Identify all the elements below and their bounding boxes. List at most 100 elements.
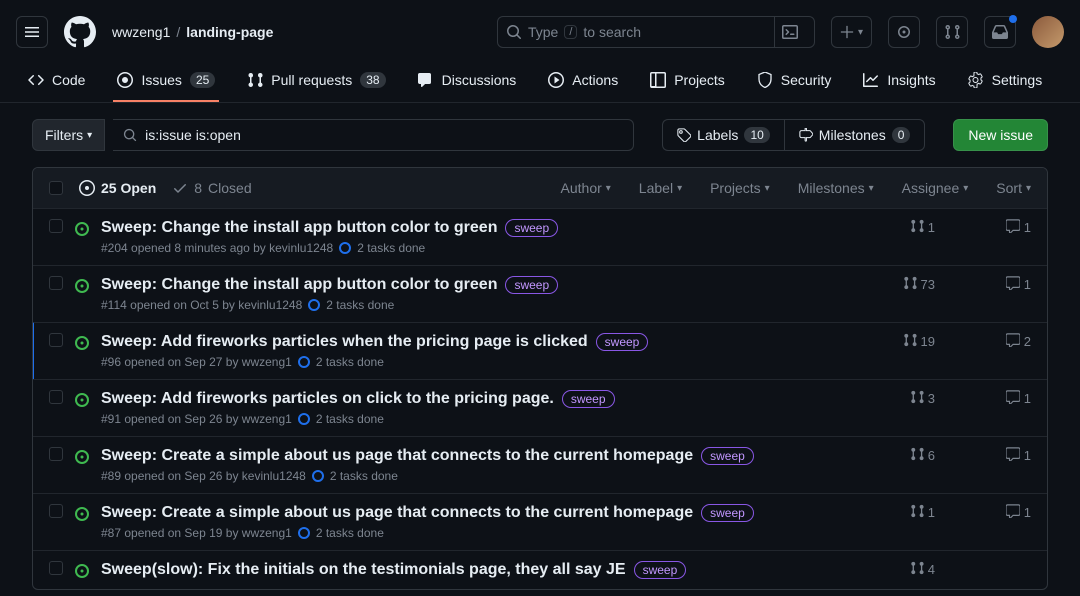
tab-security[interactable]: Security — [745, 64, 844, 102]
issue-row[interactable]: Sweep: Add fireworks particles on click … — [33, 379, 1047, 436]
search-input[interactable]: Type / to search — [497, 16, 815, 48]
github-logo[interactable] — [64, 16, 96, 48]
linked-pr-count[interactable]: 4 — [899, 561, 935, 578]
filter-sort[interactable]: Sort▾ — [996, 180, 1031, 196]
tab-security-label: Security — [781, 72, 832, 88]
issue-title[interactable]: Sweep: Add fireworks particles on click … — [101, 390, 554, 408]
filter-assignee-label: Assignee — [902, 180, 960, 196]
dot-circle-icon — [896, 24, 912, 40]
filter-projects-label: Projects — [710, 180, 761, 196]
milestone-icon — [799, 128, 813, 142]
filter-label[interactable]: Label▾ — [639, 180, 682, 196]
linked-pr-count[interactable]: 6 — [899, 447, 935, 464]
comments-count[interactable]: 2 — [995, 333, 1031, 350]
filter-author[interactable]: Author▾ — [561, 180, 611, 196]
tab-projects[interactable]: Projects — [638, 64, 737, 102]
issue-label[interactable]: sweep — [505, 276, 558, 294]
tab-actions[interactable]: Actions — [536, 64, 630, 102]
issue-label[interactable]: sweep — [505, 219, 558, 237]
row-checkbox[interactable] — [49, 276, 63, 290]
repo-tabs: Code Issues25 Pull requests38 Discussion… — [0, 64, 1080, 103]
filters-button[interactable]: Filters▾ — [32, 119, 105, 151]
issue-title[interactable]: Sweep: Change the install app button col… — [101, 219, 497, 237]
issue-open-icon — [75, 222, 89, 236]
tasks-text: 2 tasks done — [357, 241, 425, 255]
filter-input[interactable] — [145, 127, 623, 143]
issue-row[interactable]: Sweep(slow): Fix the initials on the tes… — [33, 550, 1047, 589]
linked-pr-count[interactable]: 1 — [899, 219, 935, 236]
issue-row[interactable]: Sweep: Create a simple about us page tha… — [33, 493, 1047, 550]
issue-label[interactable]: sweep — [701, 504, 754, 522]
filter-sort-label: Sort — [996, 180, 1022, 196]
row-checkbox[interactable] — [49, 561, 63, 575]
issue-row[interactable]: Sweep: Change the install app button col… — [33, 209, 1047, 265]
breadcrumb-owner[interactable]: wwzeng1 — [112, 24, 170, 40]
tab-insights[interactable]: Insights — [851, 64, 947, 102]
issue-row[interactable]: Sweep: Change the install app button col… — [33, 265, 1047, 322]
linked-pr-count[interactable]: 73 — [899, 276, 935, 293]
comments-count[interactable]: 1 — [995, 447, 1031, 464]
issue-label[interactable]: sweep — [596, 333, 649, 351]
tab-discussions[interactable]: Discussions — [406, 64, 529, 102]
open-label: Open — [120, 180, 156, 196]
issue-label[interactable]: sweep — [701, 447, 754, 465]
row-checkbox[interactable] — [49, 447, 63, 461]
filter-projects[interactable]: Projects▾ — [710, 180, 770, 196]
tasks-progress-icon — [298, 527, 310, 539]
pull-requests-button[interactable] — [936, 16, 968, 48]
select-all-checkbox[interactable] — [49, 181, 63, 195]
add-menu[interactable]: ▾ — [831, 16, 872, 48]
issue-title[interactable]: Sweep: Create a simple about us page tha… — [101, 504, 693, 522]
comments-count[interactable]: 1 — [995, 504, 1031, 521]
filter-author-label: Author — [561, 180, 602, 196]
issue-open-icon — [75, 507, 89, 521]
comments-count[interactable]: 1 — [995, 390, 1031, 407]
comments-count[interactable]: 1 — [995, 276, 1031, 293]
issue-row[interactable]: Sweep: Add fireworks particles when the … — [32, 322, 1047, 379]
tab-settings[interactable]: Settings — [956, 64, 1055, 102]
milestones-button[interactable]: Milestones0 — [784, 119, 926, 151]
filter-milestones[interactable]: Milestones▾ — [798, 180, 874, 196]
search-slash-key: / — [564, 25, 577, 39]
labels-button[interactable]: Labels10 — [662, 119, 784, 151]
tab-issues-count: 25 — [190, 72, 215, 88]
issue-open-icon — [75, 336, 89, 350]
issue-label[interactable]: sweep — [562, 390, 615, 408]
labels-count: 10 — [744, 127, 769, 143]
comments-count[interactable]: 1 — [995, 219, 1031, 236]
tasks-text: 2 tasks done — [316, 355, 384, 369]
row-checkbox[interactable] — [49, 333, 63, 347]
issue-title[interactable]: Sweep(slow): Fix the initials on the tes… — [101, 561, 626, 579]
code-icon — [28, 72, 44, 88]
avatar[interactable] — [1032, 16, 1064, 48]
row-checkbox[interactable] — [49, 390, 63, 404]
tab-issues[interactable]: Issues25 — [105, 64, 227, 102]
issue-row[interactable]: Sweep: Create a simple about us page tha… — [33, 436, 1047, 493]
row-checkbox[interactable] — [49, 504, 63, 518]
notifications-button[interactable] — [984, 16, 1016, 48]
new-issue-button[interactable]: New issue — [953, 119, 1048, 151]
filter-input-wrap[interactable] — [113, 119, 634, 151]
filter-assignee[interactable]: Assignee▾ — [902, 180, 969, 196]
linked-pr-count[interactable]: 1 — [899, 504, 935, 521]
linked-pr-count[interactable]: 3 — [899, 390, 935, 407]
git-pull-request-icon — [910, 219, 924, 236]
record-button[interactable] — [888, 16, 920, 48]
closed-issues-tab[interactable]: 8 Closed — [172, 180, 251, 196]
menu-button[interactable] — [16, 16, 48, 48]
issue-meta: #87 opened on Sep 19 by wwzeng12 tasks d… — [101, 526, 829, 540]
linked-pr-count[interactable]: 19 — [899, 333, 935, 350]
issue-label[interactable]: sweep — [634, 561, 687, 579]
tab-code[interactable]: Code — [16, 64, 97, 102]
breadcrumb-repo[interactable]: landing-page — [186, 24, 273, 40]
row-checkbox[interactable] — [49, 219, 63, 233]
tab-pull-requests[interactable]: Pull requests38 — [235, 64, 397, 102]
issue-title[interactable]: Sweep: Create a simple about us page tha… — [101, 447, 693, 465]
command-palette-button[interactable] — [774, 16, 806, 48]
open-issues-tab[interactable]: 25 Open — [79, 180, 156, 196]
git-pull-request-icon — [910, 447, 924, 464]
open-count: 25 — [101, 180, 117, 196]
issue-title[interactable]: Sweep: Add fireworks particles when the … — [101, 333, 588, 351]
search-icon — [123, 128, 137, 142]
issue-title[interactable]: Sweep: Change the install app button col… — [101, 276, 497, 294]
